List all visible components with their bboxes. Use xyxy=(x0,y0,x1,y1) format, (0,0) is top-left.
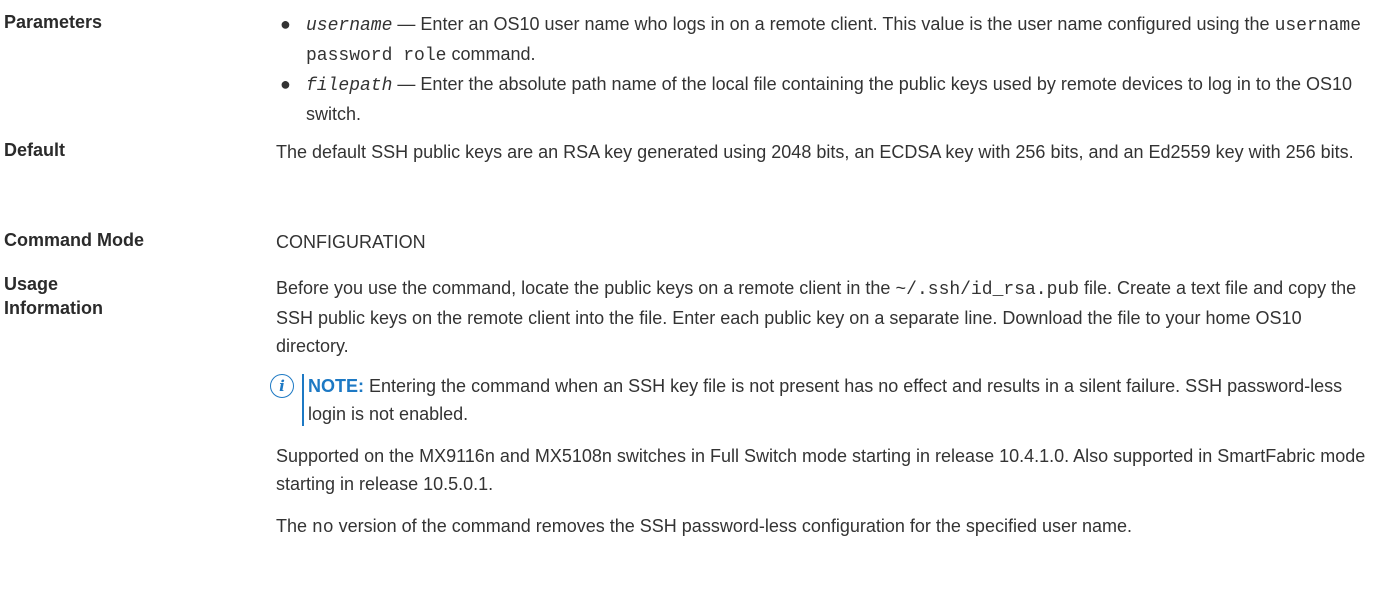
inline-code: no xyxy=(312,518,334,538)
usage-term: Usage Information xyxy=(4,272,274,320)
parameter-desc: — Enter an OS10 user name who logs in on… xyxy=(392,14,1275,34)
inline-code: ~/.ssh/id_rsa.pub xyxy=(895,280,1079,300)
note-text: Entering the command when an SSH key fil… xyxy=(308,376,1343,424)
usage-paragraph-2: Supported on the MX9116n and MX5108n swi… xyxy=(276,446,1366,494)
note-divider xyxy=(302,374,304,426)
note-label: NOTE: xyxy=(308,376,364,396)
usage-text: version of the command removes the SSH p… xyxy=(333,516,1133,536)
usage-text: Before you use the command, locate the p… xyxy=(276,278,896,298)
bullet-icon: ● xyxy=(280,14,291,34)
default-definition: The default SSH public keys are an RSA k… xyxy=(276,142,1354,162)
usage-term-line2: Information xyxy=(4,298,103,318)
parameter-desc-end: command. xyxy=(446,44,536,64)
parameter-desc: — Enter the absolute path name of the lo… xyxy=(306,74,1352,124)
parameters-term: Parameters xyxy=(4,12,103,32)
command-mode-definition: CONFIGURATION xyxy=(276,232,426,252)
parameter-name: username xyxy=(306,16,393,36)
usage-term-line1: Usage xyxy=(4,274,59,294)
parameter-username-item: ● username — Enter an OS10 user name who… xyxy=(276,10,1366,70)
parameter-name: filepath xyxy=(306,76,393,96)
note-box: i NOTE: Entering the command when an SSH… xyxy=(270,372,1366,428)
parameters-definition: ● username — Enter an OS10 user name who… xyxy=(276,10,1366,128)
parameter-filepath-item: ● filepath — Enter the absolute path nam… xyxy=(276,70,1366,128)
usage-definition: Before you use the command, locate the p… xyxy=(270,274,1366,542)
parameters-list: ● username — Enter an OS10 user name who… xyxy=(276,10,1366,128)
usage-paragraph-3: The no version of the command removes th… xyxy=(276,512,1366,542)
info-icon: i xyxy=(270,374,294,398)
usage-paragraph-1: Before you use the command, locate the p… xyxy=(276,274,1366,360)
usage-text: The xyxy=(276,516,313,536)
default-term: Default xyxy=(4,140,66,160)
bullet-icon: ● xyxy=(280,74,291,94)
command-mode-term: Command Mode xyxy=(4,230,145,250)
